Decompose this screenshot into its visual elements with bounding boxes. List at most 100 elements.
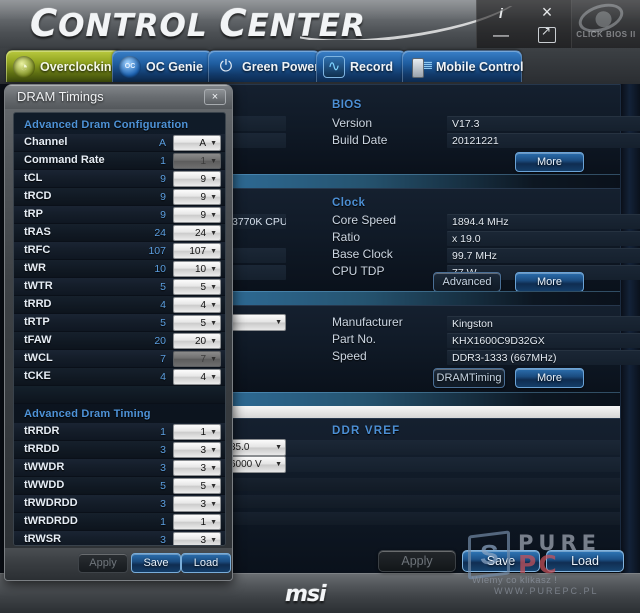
memory-more-button[interactable]: More	[515, 368, 584, 388]
dram-row-dropdown-value: 5	[200, 317, 207, 329]
chevron-down-icon: ▼	[210, 283, 217, 291]
dram-row-label: tRP	[24, 208, 43, 220]
dram-timing-button[interactable]: DRAMTiming	[433, 368, 505, 388]
dram-row-dropdown[interactable]: 20 ▼	[173, 333, 221, 349]
tab-label: Mobile Control	[436, 59, 524, 74]
dram-load-button[interactable]: Load	[181, 553, 231, 573]
memory-speed-field: DDR3-1333 (667MHz)	[447, 350, 640, 365]
dram-save-button[interactable]: Save	[131, 553, 181, 573]
close-icon[interactable]: ×	[525, 1, 569, 23]
dram-row-dropdown[interactable]: 3 ▼	[173, 442, 221, 458]
memory-speed-value: DDR3-1333 (667MHz)	[452, 351, 557, 364]
dram-row-label: tWCL	[24, 352, 53, 364]
info-icon[interactable]: i	[479, 2, 523, 24]
ddr-vref-row-1	[228, 440, 620, 455]
dram-dialog-close-icon[interactable]: ×	[204, 89, 226, 105]
white-divider-strip	[228, 406, 620, 418]
ddr-vref-row-4	[228, 495, 620, 508]
dram-row-dropdown[interactable]: 5 ▼	[173, 315, 221, 331]
dram-row-dropdown[interactable]: 4 ▼	[173, 369, 221, 385]
dram-row-dropdown[interactable]: 3 ▼	[173, 532, 221, 545]
bios-build-date-field: 20121221	[447, 133, 640, 148]
dram-row-dropdown[interactable]: 3 ▼	[173, 460, 221, 476]
dram-row-dropdown[interactable]: 9 ▼	[173, 207, 221, 223]
section-memory: Manufacturer Kingston Part No. KHX1600C9…	[228, 305, 640, 392]
bios-version-field: V17.3	[447, 116, 640, 131]
cpu-name-stub: 3770K CPU @	[228, 214, 286, 229]
apply-button[interactable]: Apply	[378, 550, 456, 572]
occluded-field-stub-1	[228, 116, 286, 131]
dram-row-label: tWRDRDD	[24, 515, 78, 527]
dram-row-dropdown[interactable]: 5 ▼	[173, 279, 221, 295]
base-clock-label: Base Clock	[332, 247, 393, 261]
click-bios-badge[interactable]: CLICK BIOS II	[572, 0, 640, 48]
ddr-vref-row-5	[228, 512, 620, 525]
tab-overclocking[interactable]: Overclocking	[6, 50, 122, 82]
dram-row-dropdown[interactable]: 107 ▼	[173, 243, 221, 259]
dram-row-dropdown[interactable]: A ▼	[173, 135, 221, 151]
chevron-down-icon: ▼	[210, 211, 217, 219]
dram-row-current-value: 3	[160, 534, 166, 546]
dram-row-dropdown-value: 7	[200, 353, 207, 365]
dram-row-dropdown[interactable]: 4 ▼	[173, 297, 221, 313]
chevron-down-icon: ▼	[210, 446, 217, 454]
dram-row: tWCL 7 7 ▼	[14, 350, 225, 368]
dram-row-current-value: A	[158, 137, 166, 149]
bios-version-value: V17.3	[452, 117, 480, 130]
dram-row: tRRD 4 4 ▼	[14, 296, 225, 314]
section-bios: BIOS Version V17.3 Build Date 20121221 M…	[228, 84, 640, 174]
dram-row-dropdown[interactable]: 9 ▼	[173, 171, 221, 187]
tab-record[interactable]: Record	[316, 50, 406, 82]
dram-row-dropdown-value: 9	[200, 209, 207, 221]
window-controls: i × —	[476, 0, 572, 48]
click-bios-label: CLICK BIOS II	[576, 30, 636, 39]
chevron-down-icon: ▼	[210, 518, 217, 526]
dram-row-dropdown[interactable]: 3 ▼	[173, 496, 221, 512]
chevron-down-icon: ▼	[275, 319, 282, 326]
chevron-down-icon: ▼	[210, 536, 217, 544]
dram-row: tCKE 4 4 ▼	[14, 368, 225, 386]
chevron-down-icon: ▼	[210, 193, 217, 201]
load-button[interactable]: Load	[546, 550, 624, 572]
chevron-down-icon: ▼	[210, 355, 217, 363]
bios-build-date-value: 20121221	[452, 134, 499, 147]
occluded-dropdown-memory[interactable]: ▼	[224, 314, 286, 331]
dram-row-label: tRFC	[24, 244, 51, 256]
dram-row-current-value: 9	[160, 209, 166, 221]
clock-more-button[interactable]: More	[515, 272, 584, 292]
dram-row-dropdown[interactable]: 1 ▼	[173, 514, 221, 530]
tab-oc-genie[interactable]: OC Genie	[112, 50, 212, 82]
chevron-down-icon: ▼	[210, 229, 217, 237]
dram-row-dropdown-value: 9	[200, 191, 207, 203]
dram-row-dropdown[interactable]: 5 ▼	[173, 478, 221, 494]
clock-advanced-button[interactable]: Advanced	[433, 272, 501, 292]
dram-row-current-value: 1	[160, 155, 166, 167]
dram-row-label: tRWDRDD	[24, 497, 78, 509]
dram-row-dropdown[interactable]: 10 ▼	[173, 261, 221, 277]
memory-speed-label: Speed	[332, 349, 367, 363]
tab-green-power[interactable]: Green Power	[208, 50, 320, 82]
dram-row-dropdown[interactable]: 9 ▼	[173, 189, 221, 205]
dram-row: tRAS 24 24 ▼	[14, 224, 225, 242]
dram-row-dropdown[interactable]: 1 ▼	[173, 424, 221, 440]
dram-apply-button[interactable]: Apply	[78, 553, 128, 573]
dram-row: tWR 10 10 ▼	[14, 260, 225, 278]
dram-row-label: tFAW	[24, 334, 52, 346]
chevron-down-icon: ▼	[210, 428, 217, 436]
dram-row: tWWDD 5 5 ▼	[14, 477, 225, 495]
section-bios-title: BIOS	[332, 99, 362, 111]
ddr-vref-dropdown-1[interactable]: 35.0 ▼	[224, 439, 286, 456]
core-speed-label: Core Speed	[332, 213, 397, 227]
ratio-value: x 19.0	[452, 232, 481, 245]
dram-row-current-value: 1	[160, 516, 166, 528]
group-title-advanced-dram-timing: Advanced Dram Timing	[24, 408, 151, 420]
minimize-icon[interactable]: —	[479, 25, 523, 47]
dram-row-dropdown[interactable]: 24 ▼	[173, 225, 221, 241]
mobile-control-icon	[409, 56, 433, 78]
part-no-value: KHX1600C9D32GX	[452, 334, 545, 347]
tab-mobile-control[interactable]: Mobile Control	[402, 50, 524, 82]
save-button[interactable]: Save	[462, 550, 540, 572]
maximize-icon[interactable]	[525, 24, 569, 46]
ddr-vref-dropdown-2[interactable]: 6000 V ▼	[224, 456, 286, 473]
bios-more-button[interactable]: More	[515, 152, 584, 172]
